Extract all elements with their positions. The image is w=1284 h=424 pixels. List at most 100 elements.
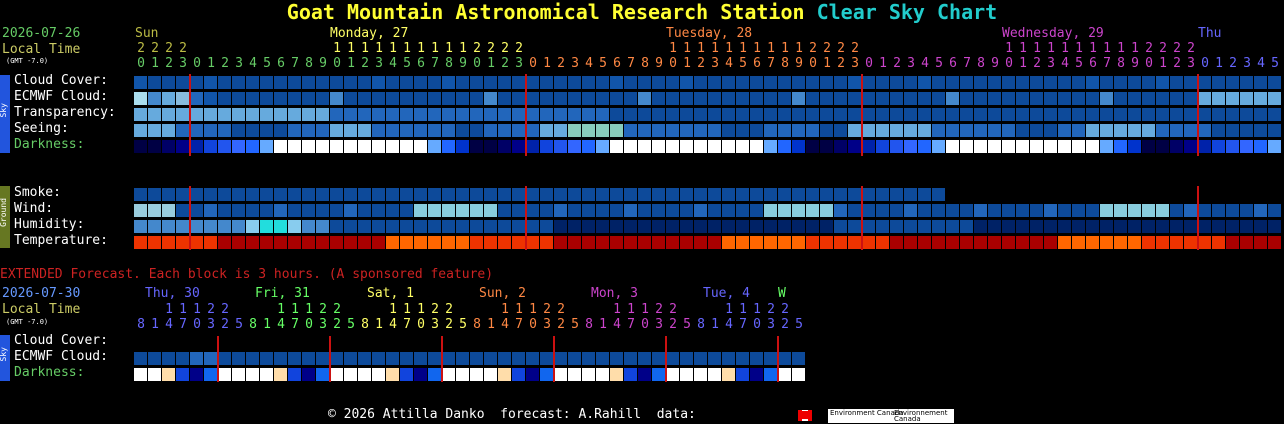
ground-cell — [176, 220, 189, 233]
ground-cell — [652, 204, 665, 217]
ext-hour-units: 2 — [669, 317, 677, 332]
ground-cell — [400, 236, 413, 249]
sky-cell — [1254, 92, 1267, 105]
ground-cell — [778, 236, 791, 249]
sky-cell — [400, 92, 413, 105]
sky-cell — [162, 140, 175, 153]
ground-cell — [960, 220, 973, 233]
ground-cell — [456, 188, 469, 201]
ext-darkness-cell — [764, 368, 777, 381]
sky-cell — [148, 108, 161, 121]
hour-units: 2 — [837, 56, 845, 71]
sky-cell — [596, 76, 609, 89]
hour-units: 6 — [613, 56, 621, 71]
sky-cell — [890, 108, 903, 121]
ground-cell — [1086, 204, 1099, 217]
ground-cell — [946, 204, 959, 217]
ext-hour-units: 5 — [235, 317, 243, 332]
hour-tens: 1 — [781, 41, 789, 56]
sky-cell — [540, 76, 553, 89]
sky-cell — [1100, 108, 1113, 121]
sky-cell — [694, 140, 707, 153]
ground-cell — [274, 236, 287, 249]
sky-cell — [148, 140, 161, 153]
sky-cell — [694, 92, 707, 105]
environment-canada-logo[interactable]: Environment Canada Environnement Canada — [828, 409, 954, 423]
sky-cell — [386, 124, 399, 137]
ext-ecmwf-cell — [540, 352, 553, 365]
ground-cell — [1142, 236, 1155, 249]
sky-cell — [456, 124, 469, 137]
ground-cell — [750, 204, 763, 217]
sky-cell — [428, 108, 441, 121]
ground-cell — [134, 188, 147, 201]
sky-cell — [302, 140, 315, 153]
ground-cell — [876, 188, 889, 201]
hour-units: 7 — [767, 56, 775, 71]
ground-cell — [834, 204, 847, 217]
sky-cell — [1044, 92, 1057, 105]
hour-units: 0 — [1005, 56, 1013, 71]
sky-cell — [484, 140, 497, 153]
sky-cell — [456, 140, 469, 153]
sky-cell — [708, 108, 721, 121]
ground-cell — [456, 204, 469, 217]
sky-cell — [176, 124, 189, 137]
ground-cell — [582, 220, 595, 233]
ground-cell — [638, 188, 651, 201]
ground-cell — [610, 220, 623, 233]
sky-cell — [540, 108, 553, 121]
ground-cell — [820, 220, 833, 233]
sky-cell — [218, 76, 231, 89]
sky-cell — [946, 108, 959, 121]
ext-day-label: Fri, 31 — [255, 286, 310, 301]
ext-midnight-line — [441, 336, 443, 382]
sky-cell — [246, 92, 259, 105]
sky-cell — [400, 124, 413, 137]
sky-cell — [960, 140, 973, 153]
ground-cell — [960, 204, 973, 217]
sky-cell — [792, 124, 805, 137]
ext-darkness-cell — [540, 368, 553, 381]
ext-hour-units: 0 — [417, 317, 425, 332]
ext-ecmwf-cell — [582, 352, 595, 365]
hour-units: 4 — [389, 56, 397, 71]
ground-cell — [288, 188, 301, 201]
midnight-line — [1197, 186, 1199, 250]
ext-hour-units: 1 — [599, 317, 607, 332]
sky-cell — [764, 140, 777, 153]
sky-cell — [190, 92, 203, 105]
hour-tens: 1 — [711, 41, 719, 56]
ground-cell — [1016, 204, 1029, 217]
ext-hour-units: 4 — [725, 317, 733, 332]
ext-darkness-cell — [750, 368, 763, 381]
sky-cell — [722, 92, 735, 105]
sky-cell — [176, 140, 189, 153]
ext-hour-units: 7 — [627, 317, 635, 332]
ground-cell — [302, 236, 315, 249]
sky-cell — [624, 140, 637, 153]
ext-darkness-cell — [722, 368, 735, 381]
ground-cell — [190, 220, 203, 233]
sky-cell — [1142, 124, 1155, 137]
hour-units: 1 — [347, 56, 355, 71]
sky-cell — [666, 140, 679, 153]
hour-tens: 2 — [487, 41, 495, 56]
hour-units: 6 — [417, 56, 425, 71]
ground-cell — [540, 236, 553, 249]
hour-tens: 2 — [179, 41, 187, 56]
sky-cell — [1114, 140, 1127, 153]
sky-cell — [1254, 76, 1267, 89]
sky-cell — [1226, 140, 1239, 153]
sky-cell — [862, 92, 875, 105]
ext-midnight-line — [665, 336, 667, 382]
sky-cell — [582, 124, 595, 137]
ground-cell — [1002, 204, 1015, 217]
ground-cell — [694, 236, 707, 249]
sky-cell — [764, 92, 777, 105]
ground-cell — [1226, 204, 1239, 217]
sky-cell — [428, 140, 441, 153]
ext-hour-tens: 2 — [669, 302, 677, 317]
sky-cell — [848, 108, 861, 121]
ext-midnight-line — [329, 336, 331, 382]
